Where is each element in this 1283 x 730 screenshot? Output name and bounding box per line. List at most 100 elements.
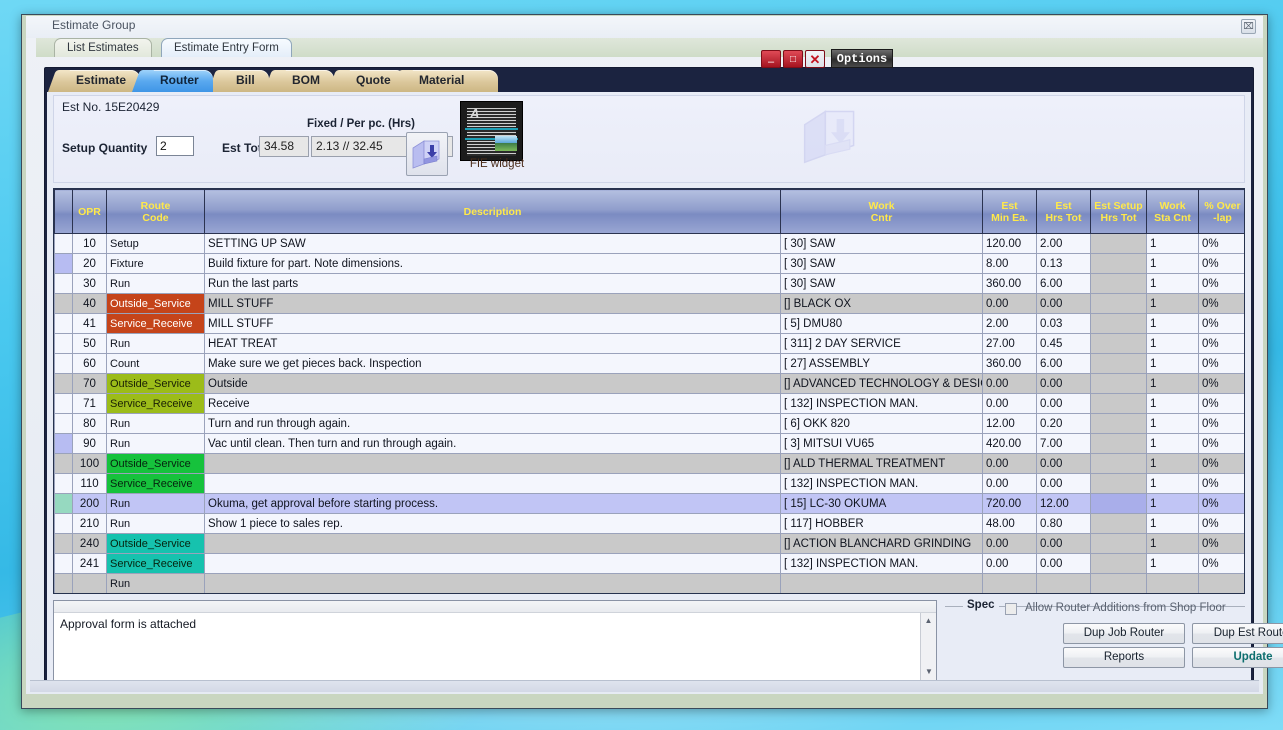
cell-sta[interactable]: 1 (1146, 313, 1199, 334)
cell-opr[interactable]: 71 (72, 393, 107, 414)
cell-minea[interactable]: 0.00 (982, 293, 1037, 314)
table-row[interactable]: 50 Run HEAT TREAT[ 311] 2 DAY SERVICE 27.00… (54, 333, 1244, 354)
cell-sta[interactable]: 1 (1146, 433, 1199, 454)
row-marker[interactable] (54, 293, 73, 314)
cell-hrstot[interactable]: 0.00 (1036, 393, 1091, 414)
row-marker[interactable] (54, 453, 73, 474)
cell-setup[interactable] (1090, 273, 1147, 294)
cell-desc[interactable] (204, 553, 781, 574)
cell-hrstot[interactable]: 0.00 (1036, 553, 1091, 574)
cell-setup[interactable] (1090, 553, 1147, 574)
cell-setup[interactable] (1090, 533, 1147, 554)
grid-header-opr[interactable]: OPR (72, 189, 107, 234)
cell-minea[interactable]: 360.00 (982, 353, 1037, 374)
cell-wc[interactable]: [ 132] INSPECTION MAN. (780, 473, 983, 494)
cell-opr[interactable]: 240 (72, 533, 107, 554)
cell-wc[interactable]: [ 311] 2 DAY SERVICE (780, 333, 983, 354)
cell-olap[interactable]: 0% (1198, 433, 1244, 454)
tab-bill[interactable]: Bill (220, 70, 269, 92)
cell-desc[interactable]: Okuma, get approval before starting proc… (204, 493, 781, 514)
window-close-icon[interactable]: ⌧ (1241, 19, 1256, 34)
minimize-button[interactable]: – (761, 49, 781, 68)
cell-sta[interactable]: 1 (1146, 513, 1199, 534)
cell-olap[interactable]: 0% (1198, 473, 1244, 494)
tab-bom[interactable]: BOM (276, 70, 334, 92)
cell-minea[interactable]: 120.00 (982, 233, 1037, 254)
table-row[interactable]: 200 Run Okuma, get approval before startin… (54, 493, 1244, 514)
cell-setup[interactable] (1090, 513, 1147, 534)
tab-estimate[interactable]: Estimate (60, 70, 141, 92)
cell-minea[interactable]: 0.00 (982, 473, 1037, 494)
grid-header-wc[interactable]: Work Cntr (780, 189, 983, 234)
cell-hrstot[interactable]: 12.00 (1036, 493, 1091, 514)
cell-minea[interactable]: 48.00 (982, 513, 1037, 534)
row-marker[interactable] (54, 313, 73, 334)
table-row[interactable]: 210 Run Show 1 piece to sales rep.[ 117] H… (54, 513, 1244, 534)
cell-minea[interactable]: 8.00 (982, 253, 1037, 274)
cell-opr[interactable] (72, 573, 107, 593)
cell-opr[interactable]: 20 (72, 253, 107, 274)
table-row[interactable]: 40 Outside_Service MILL STUFF[] BLACK OX 0.… (54, 293, 1244, 314)
cell-hrstot[interactable]: 7.00 (1036, 433, 1091, 454)
cell-olap[interactable]: 0% (1198, 293, 1244, 314)
cell-opr[interactable]: 50 (72, 333, 107, 354)
cell-hrstot[interactable]: 0.00 (1036, 373, 1091, 394)
cell-desc[interactable]: Vac until clean. Then turn and run throu… (204, 433, 781, 454)
cell-olap[interactable]: 0% (1198, 453, 1244, 474)
row-marker[interactable] (54, 493, 73, 514)
cell-wc[interactable]: [] ADVANCED TECHNOLOGY & DESIGN (780, 373, 983, 394)
cell-desc[interactable]: Outside (204, 373, 781, 394)
cell-desc[interactable]: Build fixture for part. Note dimensions. (204, 253, 781, 274)
cell-olap[interactable]: 0% (1198, 373, 1244, 394)
cell-route[interactable]: Count (106, 353, 205, 374)
grid-header-sta[interactable]: Work Sta Cnt (1146, 189, 1199, 234)
table-row[interactable]: 90 Run Vac until clean. Then turn and run … (54, 433, 1244, 454)
cell-sta[interactable]: 1 (1146, 533, 1199, 554)
close-button[interactable]: ✕ (805, 49, 825, 68)
attach-document-button[interactable] (406, 132, 448, 176)
cell-minea[interactable]: 0.00 (982, 553, 1037, 574)
table-row[interactable]: 41 Service_Receive MILL STUFF[ 5] DMU80 2.0… (54, 313, 1244, 334)
cell-hrstot[interactable]: 0.13 (1036, 253, 1091, 274)
cell-wc[interactable]: [ 117] HOBBER (780, 513, 983, 534)
cell-wc[interactable]: [ 30] SAW (780, 273, 983, 294)
maximize-button[interactable]: □ (783, 49, 803, 68)
cell-minea[interactable]: 0.00 (982, 373, 1037, 394)
cell-desc[interactable]: Receive (204, 393, 781, 414)
cell-opr[interactable]: 90 (72, 433, 107, 454)
cell-setup[interactable] (1090, 253, 1147, 274)
cell-desc[interactable]: Run the last parts (204, 273, 781, 294)
cell-wc[interactable]: [ 30] SAW (780, 233, 983, 254)
cell-setup[interactable] (1090, 453, 1147, 474)
grid-header-route[interactable]: Route Code (106, 189, 205, 234)
row-marker[interactable] (54, 333, 73, 354)
cell-setup[interactable] (1090, 413, 1147, 434)
cell-olap[interactable]: 0% (1198, 333, 1244, 354)
cell-olap[interactable]: 0% (1198, 233, 1244, 254)
cell-olap[interactable]: 0% (1198, 353, 1244, 374)
cell-desc[interactable] (204, 473, 781, 494)
cell-opr[interactable]: 241 (72, 553, 107, 574)
cell-setup[interactable] (1090, 493, 1147, 514)
row-marker[interactable] (54, 413, 73, 434)
cell-minea[interactable]: 2.00 (982, 313, 1037, 334)
cell-route[interactable]: Run (106, 573, 205, 593)
cell-route[interactable]: Service_Receive (106, 313, 205, 334)
cell-opr[interactable]: 60 (72, 353, 107, 374)
cell-route[interactable]: Service_Receive (106, 393, 205, 414)
row-marker[interactable] (54, 573, 73, 593)
cell-wc[interactable] (780, 573, 983, 593)
cell-route[interactable]: Outside_Service (106, 373, 205, 394)
row-marker[interactable] (54, 473, 73, 494)
update-button[interactable]: Update (1192, 647, 1283, 668)
cell-hrstot[interactable]: 0.80 (1036, 513, 1091, 534)
cell-sta[interactable]: 1 (1146, 253, 1199, 274)
cell-olap[interactable]: 0% (1198, 513, 1244, 534)
cell-olap[interactable]: 0% (1198, 413, 1244, 434)
cell-olap[interactable]: 0% (1198, 493, 1244, 514)
cell-minea[interactable]: 0.00 (982, 533, 1037, 554)
table-row[interactable]: 100 Outside_Service [] ALD THERMAL TREATME… (54, 453, 1244, 474)
cell-setup[interactable] (1090, 373, 1147, 394)
table-row[interactable]: 241 Service_Receive [ 132] INSPECTION MAN.… (54, 553, 1244, 574)
cell-desc[interactable]: Make sure we get pieces back. Inspection (204, 353, 781, 374)
